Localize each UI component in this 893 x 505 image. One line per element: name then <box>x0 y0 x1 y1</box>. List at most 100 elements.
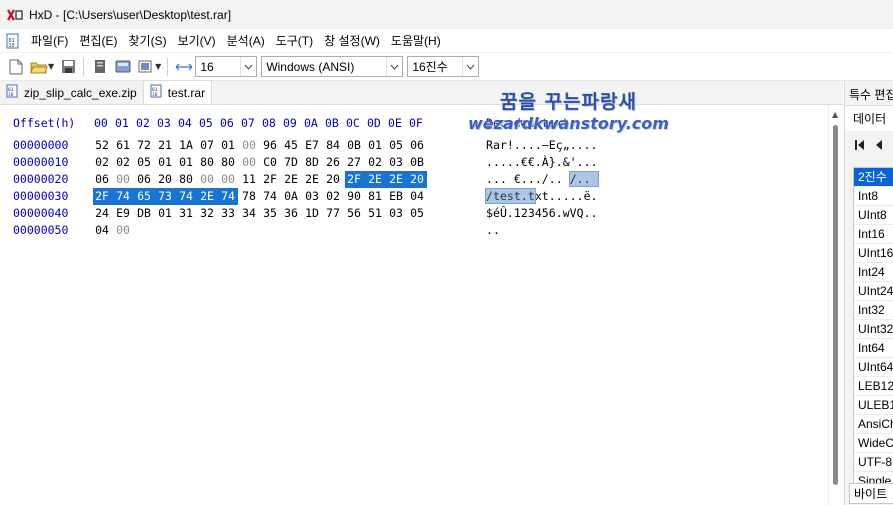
hex-byte[interactable]: 74 <box>177 188 195 205</box>
vertical-scrollbar[interactable]: ▲ <box>828 106 844 505</box>
hex-byte[interactable]: 05 <box>408 205 426 222</box>
menu-help[interactable]: 도움말(H) <box>386 29 447 53</box>
data-type-item[interactable]: Int32 <box>854 301 893 320</box>
hex-byte[interactable]: 04 <box>93 222 111 239</box>
hex-row[interactable]: 00000020 06 00 06 20 80 00 00 11 2F 2E 2E 20 2F 2E 2E 20… <box>0 171 828 188</box>
hex-byte[interactable]: 74 <box>261 188 279 205</box>
document-icon[interactable]: 01 10 <box>6 33 20 49</box>
charset-select[interactable]: Windows (ANSI) <box>261 56 404 77</box>
hex-row[interactable]: 00000040 24 E9 DB 01 31 32 33 34 35 36 1D 77 56 51 03 05… <box>0 205 828 222</box>
hex-byte[interactable]: 74 <box>114 188 132 205</box>
hex-byte[interactable]: 00 <box>219 171 237 188</box>
hex-byte[interactable]: 20 <box>156 171 174 188</box>
hex-byte[interactable]: 2E <box>282 171 300 188</box>
hex-byte[interactable]: 2E <box>387 171 405 188</box>
view-dropdown-icon[interactable]: ▼ <box>155 62 161 71</box>
hex-byte[interactable]: 52 <box>93 137 111 154</box>
hex-byte[interactable]: 20 <box>324 171 342 188</box>
hex-byte[interactable]: 00 <box>240 137 258 154</box>
hex-byte[interactable]: 35 <box>261 205 279 222</box>
hex-byte[interactable]: 74 <box>219 188 237 205</box>
data-type-item[interactable]: AnsiChar <box>854 415 893 434</box>
tab-data[interactable]: 데이터 <box>853 110 886 127</box>
menu-tools[interactable]: 도구(T) <box>271 29 319 53</box>
hex-byte[interactable]: 81 <box>366 188 384 205</box>
hex-byte[interactable]: 72 <box>135 137 153 154</box>
data-type-item[interactable]: WideChar <box>854 434 893 453</box>
hex-byte[interactable]: 06 <box>135 171 153 188</box>
hex-byte[interactable]: 07 <box>198 137 216 154</box>
hex-byte[interactable]: 01 <box>177 154 195 171</box>
hex-byte[interactable]: 06 <box>408 137 426 154</box>
hex-byte[interactable]: 80 <box>219 154 237 171</box>
hex-byte[interactable]: 05 <box>135 154 153 171</box>
hex-byte[interactable]: 11 <box>240 171 258 188</box>
scrollbar-thumb[interactable] <box>833 125 838 485</box>
hex-byte[interactable]: 2F <box>345 171 363 188</box>
hex-byte[interactable]: 02 <box>93 154 111 171</box>
hex-byte[interactable]: 36 <box>282 205 300 222</box>
decoded-text[interactable]: $éÛ.123456.wVQ.. <box>486 205 598 222</box>
previous-record-icon[interactable] <box>875 139 883 154</box>
hex-byte[interactable]: 02 <box>324 188 342 205</box>
menu-edit[interactable]: 편집(E) <box>74 29 123 53</box>
hex-byte[interactable]: 73 <box>156 188 174 205</box>
hex-byte[interactable]: 01 <box>156 154 174 171</box>
hex-byte[interactable]: DB <box>135 205 153 222</box>
hex-byte[interactable]: 03 <box>303 188 321 205</box>
decoded-text[interactable]: Rar!....–Eç„.... <box>486 137 598 154</box>
decoded-text[interactable]: /test.txt.....ë. <box>485 188 598 205</box>
hex-row[interactable]: 00000000 52 61 72 21 1A 07 01 00 96 45 E7 84 0B 01 05 06… <box>0 137 828 154</box>
data-type-item[interactable]: Int24 <box>854 263 893 282</box>
menu-window-settings[interactable]: 창 설정(W) <box>319 29 386 53</box>
data-type-item[interactable]: UInt16 <box>854 244 893 263</box>
hex-byte[interactable]: 1A <box>177 137 195 154</box>
hex-byte[interactable]: 2F <box>261 171 279 188</box>
hex-byte[interactable]: 20 <box>408 171 426 188</box>
data-type-item[interactable]: Int8 <box>854 187 893 206</box>
hex-row[interactable]: 00000050 04 00.. <box>0 222 828 239</box>
data-type-item[interactable]: ULEB128 <box>854 396 893 415</box>
hex-byte[interactable]: 00 <box>114 171 132 188</box>
hex-byte[interactable]: E9 <box>114 205 132 222</box>
hex-byte[interactable]: 0A <box>282 188 300 205</box>
hex-byte[interactable]: EB <box>387 188 405 205</box>
hex-byte[interactable]: 84 <box>324 137 342 154</box>
hex-byte[interactable]: 33 <box>219 205 237 222</box>
hex-byte[interactable]: 7D <box>282 154 300 171</box>
hex-byte[interactable]: 0B <box>345 137 363 154</box>
memory-icon[interactable] <box>135 56 157 78</box>
hex-byte[interactable]: 80 <box>198 154 216 171</box>
tab-zip-slip-calc-exe[interactable]: 01 10 zip_slip_calc_exe.zip <box>0 81 144 104</box>
hex-byte[interactable]: 61 <box>114 137 132 154</box>
hex-byte[interactable]: E7 <box>303 137 321 154</box>
open-folder-icon[interactable] <box>28 56 50 78</box>
hex-byte[interactable]: 78 <box>240 188 258 205</box>
hex-byte[interactable]: 24 <box>93 205 111 222</box>
disk-icon[interactable] <box>112 56 134 78</box>
data-type-item[interactable]: Int64 <box>854 339 893 358</box>
hex-byte[interactable]: 31 <box>177 205 195 222</box>
hex-byte[interactable]: 8D <box>303 154 321 171</box>
hex-row[interactable]: 00000030 2F 74 65 73 74 2E 74 78 74 0A 03 02 90 81 EB 04… <box>0 188 828 205</box>
hex-byte[interactable]: 01 <box>219 137 237 154</box>
hex-editor[interactable]: Offset(h) 00 01 02 03 04 05 06 07 08 09 0A 0B 0C 0D 0E… <box>0 106 828 505</box>
hex-byte[interactable]: 02 <box>114 154 132 171</box>
hex-byte[interactable]: 00 <box>240 154 258 171</box>
scroll-up-icon[interactable]: ▲ <box>832 110 838 119</box>
first-record-icon[interactable] <box>855 139 865 154</box>
menu-file[interactable]: 파일(F) <box>26 29 74 53</box>
hex-byte[interactable]: 77 <box>324 205 342 222</box>
data-type-item[interactable]: 2진수 <box>854 168 893 187</box>
hex-byte[interactable]: 01 <box>156 205 174 222</box>
hex-byte[interactable]: 2E <box>198 188 216 205</box>
data-type-item[interactable]: UInt32 <box>854 320 893 339</box>
hex-byte[interactable]: 0B <box>408 154 426 171</box>
menu-view[interactable]: 보기(V) <box>173 29 222 53</box>
menu-search[interactable]: 찾기(S) <box>123 29 172 53</box>
hex-byte[interactable]: 2F <box>93 188 111 205</box>
hex-byte[interactable]: 26 <box>324 154 342 171</box>
save-icon[interactable] <box>57 56 79 78</box>
hex-byte[interactable]: 27 <box>345 154 363 171</box>
decoded-text[interactable]: .....€€.À}.&'... <box>486 154 598 171</box>
